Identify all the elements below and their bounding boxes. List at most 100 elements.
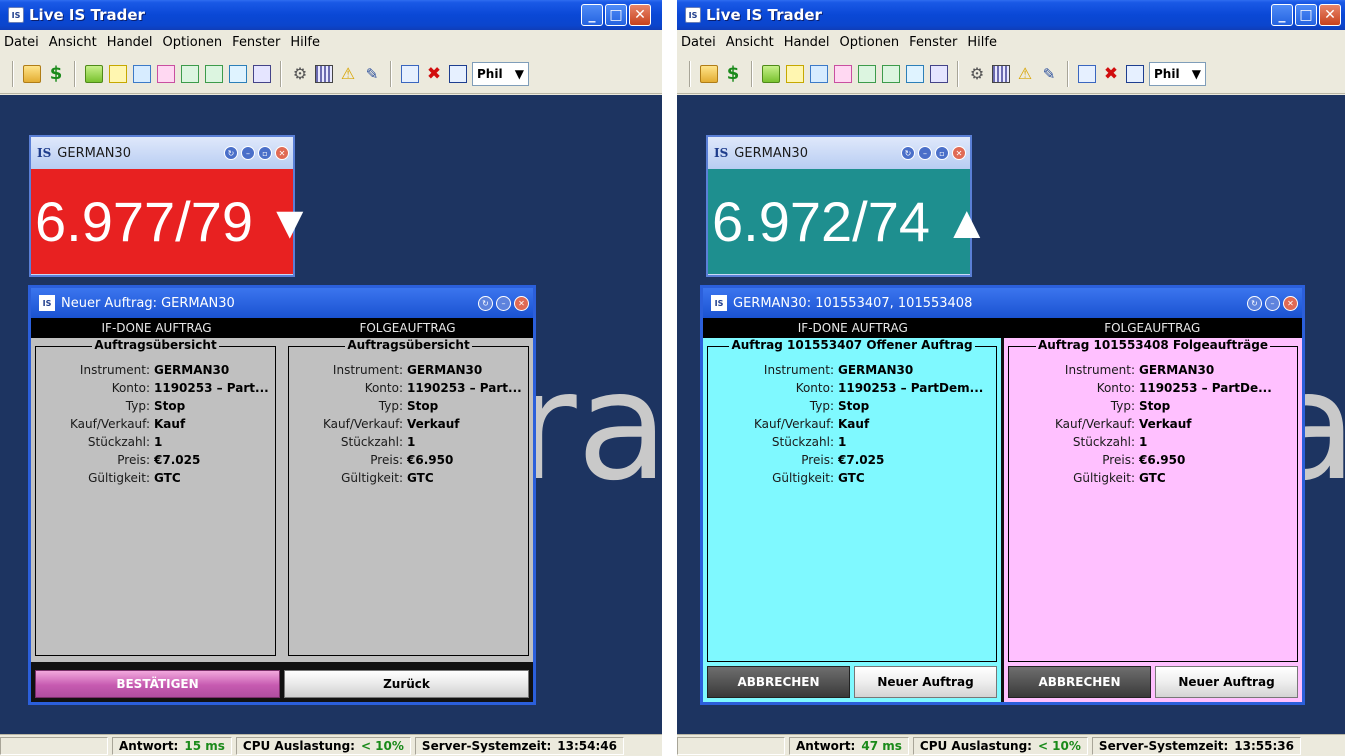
order-delete-icon[interactable]: ✖ xyxy=(1102,64,1120,84)
dialog-header[interactable]: IS Neuer Auftrag: GERMAN30 ↻ – ✕ xyxy=(31,288,533,318)
minimize-icon[interactable]: – xyxy=(496,295,511,311)
chart-window-3-icon[interactable] xyxy=(906,64,924,83)
close-icon[interactable]: ✕ xyxy=(514,295,529,311)
chart-window-3-icon[interactable] xyxy=(229,64,247,83)
menu-ansicht[interactable]: Ansicht xyxy=(726,35,774,50)
order-summary: Instrument: GERMAN30 Konto: 1190253 – Part… xyxy=(708,361,996,487)
quote-header[interactable]: IS GERMAN30 ↻ – ▫ ✕ xyxy=(31,137,293,169)
refresh-icon[interactable]: ↻ xyxy=(901,146,915,160)
quote-header[interactable]: IS GERMAN30 ↻ – ▫ ✕ xyxy=(708,137,970,169)
confirm-button[interactable]: BESTÄTIGEN xyxy=(35,670,280,698)
export-icon[interactable] xyxy=(253,64,271,83)
app-logo-icon: IS xyxy=(685,7,701,23)
minimize-button[interactable]: _ xyxy=(581,4,603,26)
pink-window-icon[interactable] xyxy=(157,64,175,83)
new-order-button[interactable]: Neuer Auftrag xyxy=(854,666,997,698)
minimize-button[interactable]: _ xyxy=(1271,4,1293,26)
menu-fenster[interactable]: Fenster xyxy=(232,35,280,50)
status-time-label: Server-Systemzeit: xyxy=(421,738,552,753)
menu-datei[interactable]: Datei xyxy=(4,35,39,50)
back-button[interactable]: Zurück xyxy=(284,670,529,698)
settings-icon[interactable]: ⚙ xyxy=(291,64,309,83)
yellow-window-icon[interactable] xyxy=(786,64,804,83)
order-summary: Instrument: GERMAN30 Konto: 1190253 – Part… xyxy=(1009,361,1297,487)
open-folder-icon[interactable] xyxy=(700,64,718,83)
close-button[interactable]: ✕ xyxy=(629,4,651,26)
chart-window-2-icon[interactable] xyxy=(205,64,223,83)
refresh-icon[interactable]: ↻ xyxy=(1247,295,1262,311)
maximize-button[interactable]: □ xyxy=(605,4,627,26)
quote-widget[interactable]: IS GERMAN30 ↻ – ▫ ✕ 6.972/74 ▲ xyxy=(706,135,990,277)
menu-optionen[interactable]: Optionen xyxy=(840,35,900,50)
open-folder-icon[interactable] xyxy=(23,64,41,83)
field-label: Gültigkeit: xyxy=(1073,471,1135,485)
title-bar[interactable]: IS Live IS Trader _ □ ✕ xyxy=(677,0,1345,30)
quote-price: 6.972/74 xyxy=(712,190,930,253)
chart-window-2-icon[interactable] xyxy=(882,64,900,83)
menu-datei[interactable]: Datei xyxy=(681,35,716,50)
warning-icon[interactable]: ⚠ xyxy=(339,64,357,83)
close-icon[interactable]: ✕ xyxy=(1283,295,1298,311)
chart-window-icon[interactable] xyxy=(858,64,876,83)
green-folder-icon[interactable] xyxy=(762,64,780,83)
quote-price-panel[interactable]: 6.977/79 ▼ xyxy=(31,169,313,274)
menu-hilfe[interactable]: Hilfe xyxy=(290,35,320,50)
field-label: Instrument: xyxy=(79,363,150,377)
grid-icon[interactable] xyxy=(992,64,1010,83)
cancel-order-button[interactable]: ABBRECHEN xyxy=(1008,666,1151,698)
refresh-icon[interactable]: ↻ xyxy=(224,146,238,160)
maximize-icon[interactable]: ▫ xyxy=(258,146,272,160)
order-add-icon[interactable] xyxy=(1078,64,1096,83)
settings-icon[interactable]: ⚙ xyxy=(968,64,986,83)
menu-optionen[interactable]: Optionen xyxy=(163,35,223,50)
maximize-button[interactable]: □ xyxy=(1295,4,1317,26)
dollar-icon[interactable]: $ xyxy=(724,63,742,84)
order-delete-icon[interactable]: ✖ xyxy=(425,64,443,84)
maximize-icon[interactable]: ▫ xyxy=(935,146,949,160)
close-icon[interactable]: ✕ xyxy=(952,146,966,160)
field-label: Preis: xyxy=(1102,453,1135,467)
export-icon[interactable] xyxy=(930,64,948,83)
quote-widget[interactable]: IS GERMAN30 ↻ – ▫ ✕ 6.977/79 ▼ xyxy=(29,135,313,277)
title-bar[interactable]: IS Live IS Trader _ □ ✕ xyxy=(0,0,662,30)
order-list-icon[interactable] xyxy=(1126,64,1144,83)
status-blank xyxy=(677,736,785,755)
dialog-title: Neuer Auftrag: GERMAN30 xyxy=(61,295,235,311)
chart-window-icon[interactable] xyxy=(181,64,199,83)
menu-fenster[interactable]: Fenster xyxy=(909,35,957,50)
yellow-window-icon[interactable] xyxy=(109,64,127,83)
dollar-icon[interactable]: $ xyxy=(47,63,65,84)
status-blank xyxy=(0,736,108,755)
warning-icon[interactable]: ⚠ xyxy=(1016,64,1034,83)
minimize-icon[interactable]: – xyxy=(1265,295,1280,311)
menu-handel[interactable]: Handel xyxy=(107,35,153,50)
dialog-header[interactable]: IS GERMAN30: 101553407, 101553408 ↻ – ✕ xyxy=(703,288,1302,318)
field-label: Stückzahl: xyxy=(771,435,834,449)
pink-window-icon[interactable] xyxy=(834,64,852,83)
order-list-icon[interactable] xyxy=(449,64,467,83)
field-value: GERMAN30 xyxy=(407,363,483,377)
menu-handel[interactable]: Handel xyxy=(784,35,830,50)
account-select[interactable]: Phil ▼ xyxy=(472,61,529,86)
menu-hilfe[interactable]: Hilfe xyxy=(967,35,997,50)
account-select[interactable]: Phil ▼ xyxy=(1149,61,1206,86)
minimize-icon[interactable]: – xyxy=(918,146,932,160)
close-button[interactable]: ✕ xyxy=(1319,4,1341,26)
order-add-icon[interactable] xyxy=(401,64,419,83)
refresh-icon[interactable]: ↻ xyxy=(478,295,493,311)
field-value: 1190253 – PartDem... xyxy=(838,381,984,395)
cancel-order-button[interactable]: ABBRECHEN xyxy=(707,666,850,698)
close-icon[interactable]: ✕ xyxy=(275,146,289,160)
blue-window-icon[interactable] xyxy=(133,64,151,83)
blue-window-icon[interactable] xyxy=(810,64,828,83)
field-label: Typ: xyxy=(378,399,403,413)
new-order-button[interactable]: Neuer Auftrag xyxy=(1155,666,1298,698)
grid-icon[interactable] xyxy=(315,64,333,83)
field-value: Verkauf xyxy=(407,417,460,431)
tools-icon[interactable]: ✎ xyxy=(363,65,381,83)
minimize-icon[interactable]: – xyxy=(241,146,255,160)
tools-icon[interactable]: ✎ xyxy=(1040,65,1058,83)
menu-ansicht[interactable]: Ansicht xyxy=(49,35,97,50)
green-folder-icon[interactable] xyxy=(85,64,103,83)
quote-price-panel[interactable]: 6.972/74 ▲ xyxy=(708,169,990,274)
